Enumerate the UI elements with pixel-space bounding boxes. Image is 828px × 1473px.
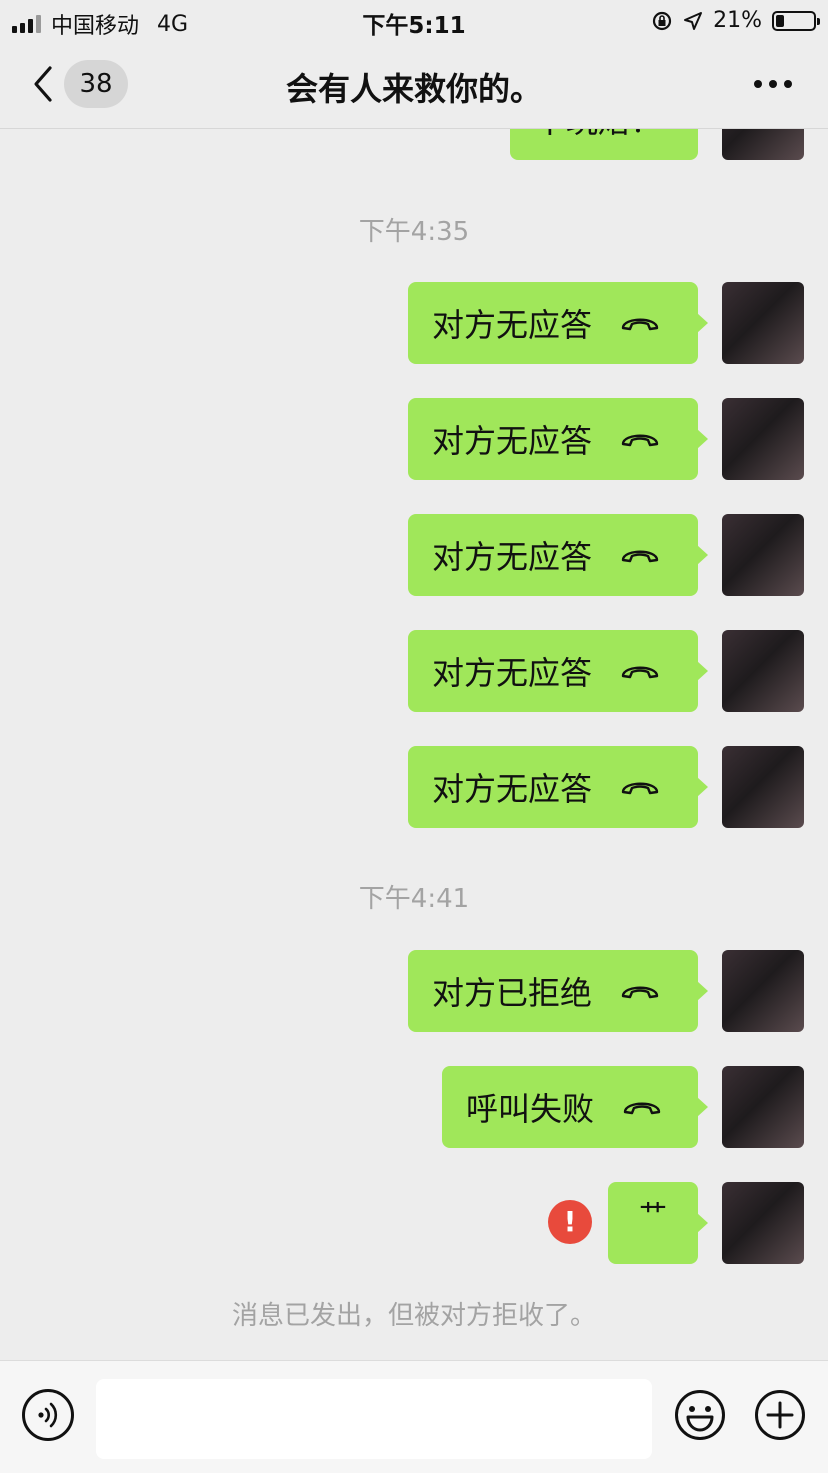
more-icon[interactable] [754,80,792,88]
phone-hangup-icon [621,986,659,999]
plus-icon[interactable] [754,1389,806,1441]
timestamp: 下午4:41 [358,884,470,914]
phone-hangup-icon [621,434,659,447]
call-record-bubble[interactable]: 对方已拒绝 [408,950,708,1032]
avatar[interactable] [722,398,804,480]
call-status-text: 对方已拒绝 [432,974,593,1012]
status-right: 21% [651,8,820,33]
voice-icon[interactable] [22,1389,74,1441]
call-status-text: 呼叫失败 [466,1090,595,1128]
avatar[interactable] [722,630,804,712]
phone-hangup-icon [621,550,659,563]
call-record-bubble[interactable]: 对方无应答 [408,746,708,828]
call-status-text: 对方无应答 [432,654,593,692]
battery-percent: 21% [713,8,762,33]
status-bar: 中国移动 4G 下午5:11 21% [0,0,828,44]
message-text: 干玩焙！ [534,129,662,142]
chat-area[interactable]: 干玩焙！ 下午4:35 对方无应答 对方无应答 对方无应答 对方无应答 对方无应… [0,129,828,1360]
nav-bar: 38 会有人来救你的。 [0,44,828,129]
phone-hangup-icon [621,318,659,331]
call-status-text: 对方无应答 [432,538,593,576]
timestamp: 下午4:35 [358,217,470,247]
avatar[interactable] [722,129,804,160]
call-status-text: 对方无应答 [432,422,593,460]
call-record-bubble[interactable]: 呼叫失败 [442,1066,708,1148]
phone-hangup-icon [621,782,659,795]
message-text: 艹 [638,1198,667,1231]
avatar[interactable] [722,1182,804,1264]
error-icon[interactable]: ! [548,1200,592,1244]
avatar[interactable] [722,950,804,1032]
call-record-bubble[interactable]: 对方无应答 [408,630,708,712]
phone-hangup-icon [621,666,659,679]
chat-title: 会有人来救你的。 [285,70,542,108]
message-bubble[interactable]: 艹 [608,1182,708,1264]
phone-hangup-icon [623,1102,661,1115]
lock-rotation-icon [652,11,672,30]
call-record-bubble[interactable]: 对方无应答 [408,398,708,480]
call-status-text: 对方无应答 [432,770,593,808]
system-message: 消息已发出，但被对方拒收了。 [231,1301,596,1331]
call-record-bubble[interactable]: 对方无应答 [408,514,708,596]
avatar[interactable] [722,746,804,828]
message-input[interactable] [96,1379,652,1459]
avatar[interactable] [722,514,804,596]
call-record-bubble[interactable]: 对方无应答 [408,282,708,364]
input-bar [0,1360,828,1473]
avatar[interactable] [722,282,804,364]
location-icon [684,11,703,30]
call-status-text: 对方无应答 [432,306,593,344]
avatar[interactable] [722,1066,804,1148]
message-bubble-partial[interactable]: 干玩焙！ [510,129,698,160]
battery-fill [776,14,784,27]
emoji-icon[interactable] [674,1389,726,1441]
battery-icon [772,10,820,31]
